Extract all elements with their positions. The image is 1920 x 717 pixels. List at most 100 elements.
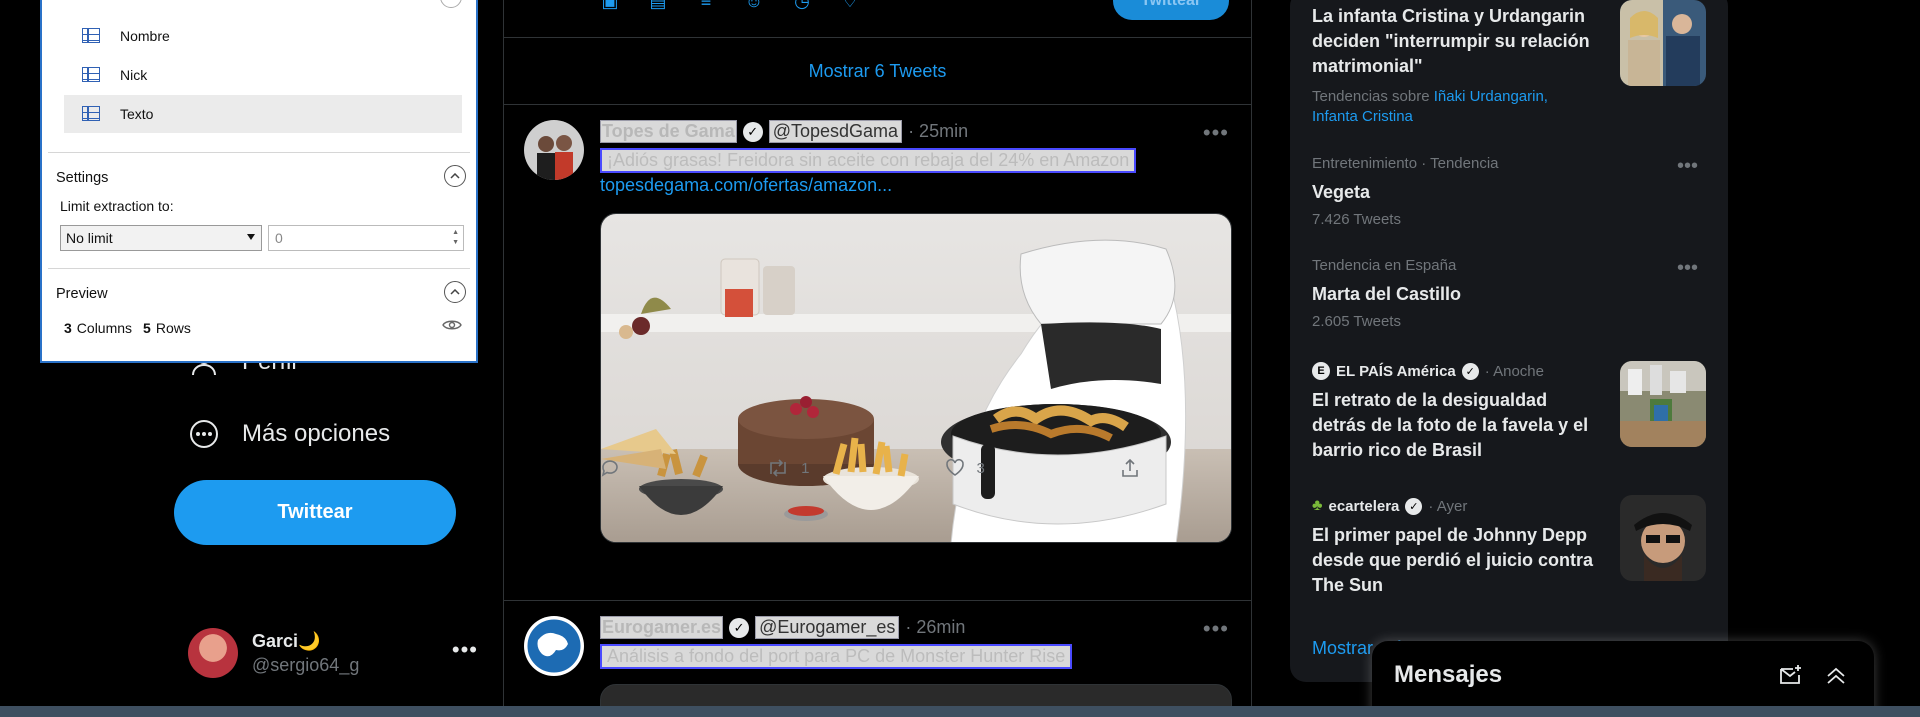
trend-item[interactable]: Entretenimiento · Tendencia Vegeta 7.426… [1312,155,1708,228]
air-fryer-photo [601,214,1231,542]
retweet-button[interactable]: 1 [767,458,809,478]
trend-title: La infanta Cristina y Urdangarin deciden… [1312,6,1590,76]
tweet-time[interactable]: · 26min [905,617,965,638]
location-icon[interactable]: ♢ [839,0,861,12]
chevrons-up-icon[interactable] [1824,663,1848,687]
field-label: Nick [120,67,148,83]
like-button[interactable]: 3 [945,458,985,478]
more-circle-icon [188,418,220,450]
share-button[interactable] [1120,458,1140,478]
tweet-avatar[interactable] [524,120,584,180]
schedule-icon[interactable]: ◷ [791,0,813,12]
news-source: ♣ ecartelera ✓ · Ayer [1312,497,1598,515]
news-time: · Ayer [1428,497,1468,515]
trends-panel: La infanta Cristina y Urdangarin deciden… [1290,0,1728,682]
dropdown-arrow-icon [247,234,255,240]
tweet-link[interactable]: topesdegama.com/ofertas/amazon... [600,175,892,196]
table-column-icon [82,67,100,82]
news-thumbnail[interactable] [1620,361,1706,447]
emoji-icon[interactable]: ☺ [743,0,765,12]
news-thumbnail[interactable] [1620,495,1706,581]
show-new-tweets[interactable]: Mostrar 6 Tweets [504,38,1251,104]
trend-item[interactable]: Tendencia en España Marta del Castillo 2… [1312,257,1708,330]
limit-number-value: 0 [275,230,283,246]
field-label: Nombre [120,28,170,44]
collapse-settings-button[interactable] [444,165,466,187]
ecartelera-logo: ♣ [1312,497,1323,514]
collapse-fields-button[interactable] [440,0,462,8]
field-item-nick[interactable]: Nick [64,56,462,94]
limit-select[interactable]: No limit [60,225,262,251]
trend-count: 2.605 Tweets [1312,313,1401,330]
collapse-preview-button[interactable] [444,281,466,303]
tweet-text: Análisis a fondo del port para PC de Mon… [600,644,1073,669]
more-dots-icon[interactable]: ••• [1677,155,1698,178]
preview-title: Preview [56,286,108,302]
avatar [188,628,238,678]
divider [48,268,470,269]
share-icon [1122,458,1138,477]
rows-count: 5 [143,320,151,336]
gif-icon[interactable]: ▤ [647,0,669,12]
verified-icon: ✓ [742,121,763,142]
retweet-count: 1 [801,459,810,477]
field-item-nombre[interactable]: Nombre [64,17,462,55]
spinner-icon[interactable]: ▲ ▼ [452,228,459,248]
tweet-time[interactable]: · 25min [908,121,968,142]
reply-button[interactable] [600,458,632,478]
more-dots-icon[interactable]: ••• [1677,257,1698,280]
new-message-icon[interactable] [1778,663,1802,687]
poll-icon[interactable]: ≡ [695,0,717,12]
tweet-avatar[interactable] [524,616,584,676]
tweet-image-air-fryer[interactable] [600,213,1232,543]
account-name: Garci🌙 [252,630,321,651]
compose-toolbar: ▣ ▤ ≡ ☺ ◷ ♢ [599,0,861,12]
table-column-icon [82,106,100,121]
eye-icon[interactable] [442,318,462,332]
columns-count: 3 [64,320,72,336]
tweet-author-name[interactable]: Topes de Gama [600,120,737,143]
tweet[interactable]: Topes de Gama ✓ @TopesdGama · 25min ••• … [504,104,1251,600]
field-item-texto[interactable]: Texto [64,95,462,133]
field-label: Texto [120,106,154,122]
news-source-name: EL PAÍS América [1336,362,1456,380]
messages-title: Mensajes [1394,661,1503,688]
trend-link[interactable]: Iñaki Urdangarin, [1434,88,1548,105]
taskbar [0,706,1920,717]
settings-title: Settings [56,170,109,186]
limit-label: Limit extraction to: [60,198,174,214]
trend-thumbnail[interactable] [1620,0,1706,86]
extraction-panel: Nombre Nick Texto Settings Limit extract… [40,0,478,363]
verified-icon: ✓ [1461,362,1479,380]
trend-link[interactable]: Infanta Cristina [1312,108,1413,125]
trend-item[interactable]: La infanta Cristina y Urdangarin deciden… [1312,4,1598,127]
tweet-text: ¡Adiós grasas! Freidora sin aceite con r… [600,148,1137,173]
tweet-button[interactable]: Twittear [174,480,456,545]
news-time: · Anoche [1484,362,1544,380]
trend-title: Vegeta [1312,182,1371,202]
more-dots-icon[interactable]: ••• [1203,616,1229,642]
image-icon[interactable]: ▣ [599,0,621,12]
tweet-author-handle[interactable]: @TopesdGama [768,120,903,143]
news-title: El retrato de la desigualdad detrás de l… [1312,390,1589,460]
nav-item-more-options[interactable]: Más opciones [188,418,390,450]
more-dots-icon[interactable]: ••• [452,637,478,663]
el-pais-logo: E [1312,362,1330,380]
retweet-icon [770,459,786,477]
tweet-author-handle[interactable]: @Eurogamer_es [755,616,900,639]
news-item[interactable]: ♣ ecartelera ✓ · Ayer El primer papel de… [1312,497,1598,598]
compose-tweet-button[interactable]: Twittear [1113,0,1229,20]
trend-subtitle: Tendencias sobre Iñaki Urdangarin, Infan… [1312,87,1598,127]
more-dots-icon[interactable]: ••• [1203,120,1229,146]
tweet-header: Eurogamer.es ✓ @Eurogamer_es · 26min [600,616,965,639]
limit-number-input[interactable]: 0 ▲ ▼ [268,225,464,251]
account-switcher[interactable]: Garci🌙 @sergio64_g ••• [188,625,478,681]
verified-icon: ✓ [1405,497,1423,515]
news-source-name: ecartelera [1328,497,1400,515]
preview-stats: 3 Columns 5 Rows [64,320,191,336]
news-item[interactable]: E EL PAÍS América ✓ · Anoche El retrato … [1312,362,1598,463]
reply-icon [601,460,618,477]
tweet-author-name[interactable]: Eurogamer.es [600,616,724,639]
tweet[interactable]: Eurogamer.es ✓ @Eurogamer_es · 26min •••… [504,600,1251,717]
trend-sub-prefix: Tendencias sobre [1312,88,1430,105]
